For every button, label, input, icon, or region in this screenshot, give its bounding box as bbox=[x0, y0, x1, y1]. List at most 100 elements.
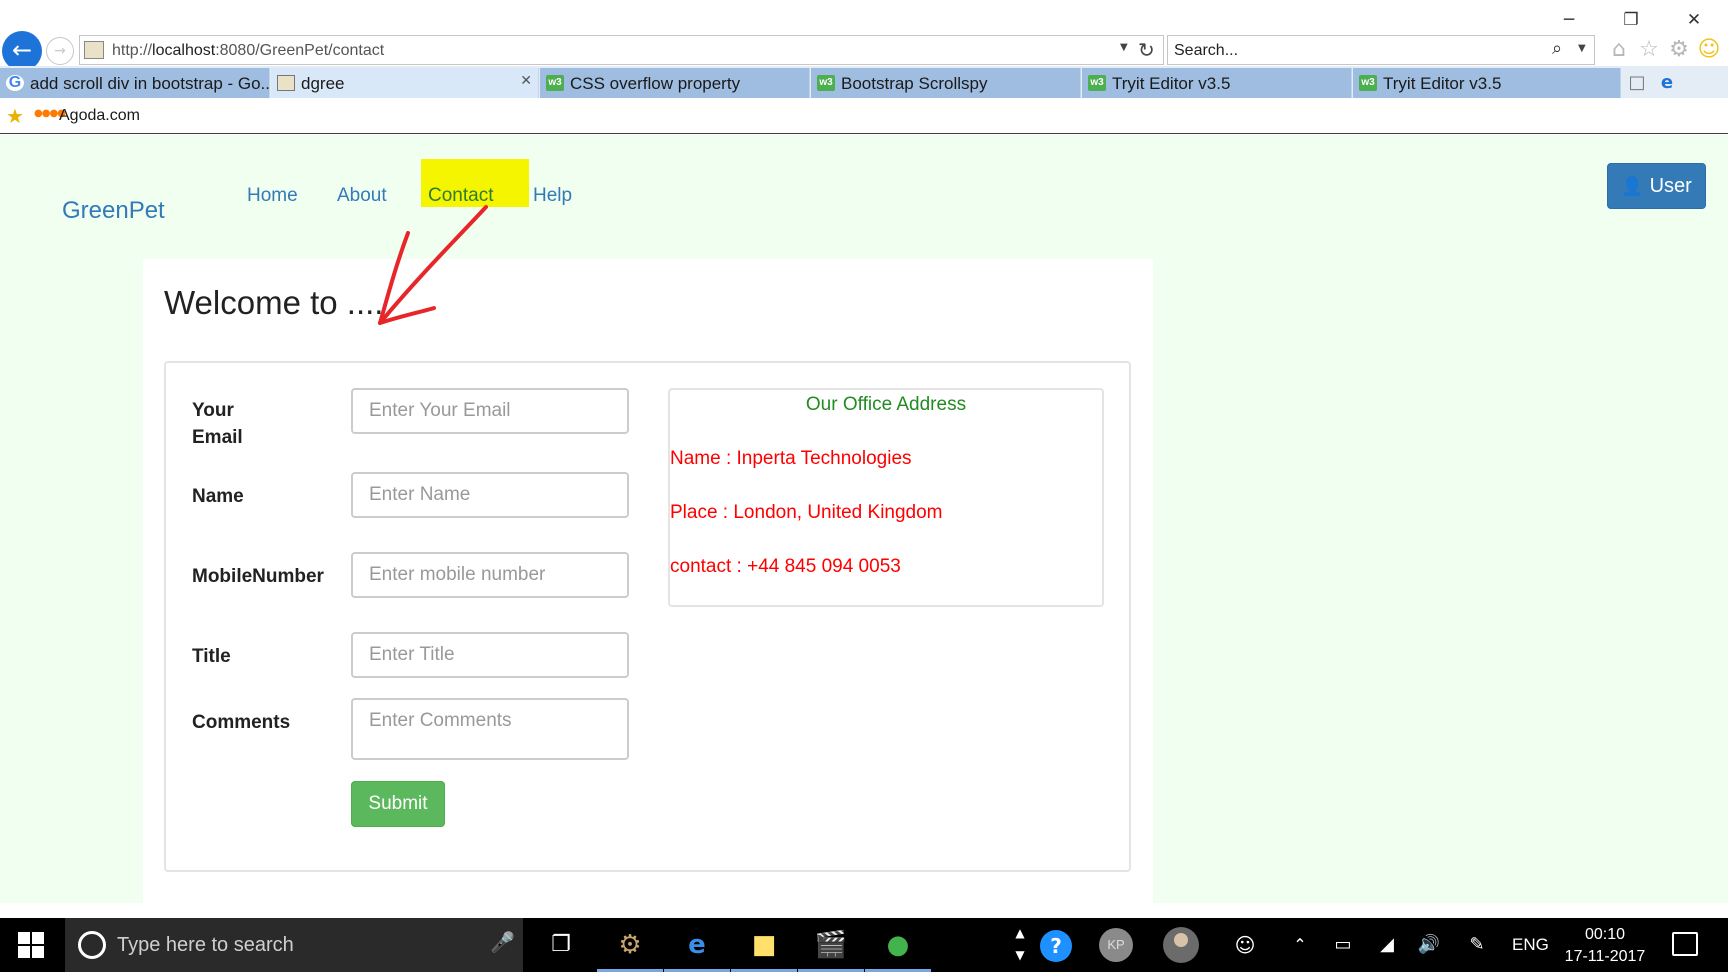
minimize-icon[interactable]: ─ bbox=[1549, 8, 1589, 32]
contact-form-panel: Your Email Name MobileNumber Title Commen… bbox=[164, 361, 1131, 872]
clock-time: 00:10 bbox=[1584, 926, 1626, 943]
browser-toolbar: ─ ❐ ✕ ← → http://localhost:8080/GreenPet… bbox=[0, 0, 1728, 71]
sticky-notes-icon[interactable]: ■ bbox=[731, 918, 797, 972]
new-tab-icon[interactable]: □ bbox=[1623, 68, 1651, 98]
address-bar[interactable]: http://localhost:8080/GreenPet/contact ▼… bbox=[79, 35, 1164, 65]
search-icon[interactable]: ⌕ bbox=[1552, 38, 1562, 59]
url-scheme: http:// bbox=[112, 42, 153, 59]
chevron-up-icon[interactable]: ⌃ bbox=[1285, 918, 1315, 972]
volume-icon[interactable]: 🔊 bbox=[1414, 918, 1444, 972]
forward-arrow-icon[interactable]: → bbox=[46, 37, 74, 65]
back-arrow-icon[interactable]: ← bbox=[2, 31, 42, 71]
red-annotation-arrow bbox=[378, 205, 488, 325]
user-button-label: User bbox=[1649, 175, 1692, 197]
favorites-star-icon[interactable]: ☆ bbox=[1635, 36, 1663, 64]
w3schools-icon: w3 bbox=[1359, 75, 1377, 91]
tab-css-overflow[interactable]: w3 CSS overflow property bbox=[540, 68, 810, 98]
system-clock[interactable]: 00:10 17-11-2017 bbox=[1560, 924, 1650, 968]
title-field[interactable] bbox=[351, 632, 629, 678]
tab-tryit-editor-1[interactable]: w3 Tryit Editor v3.5 bbox=[1082, 68, 1352, 98]
gear-icon[interactable]: ⚙ bbox=[1665, 36, 1693, 64]
restore-icon[interactable]: ❐ bbox=[1611, 8, 1651, 32]
welcome-heading: Welcome to .... bbox=[164, 284, 384, 321]
windows-taskbar: 🎤 ❐ ⚙ e ■ 🎬 ● ▲▼ ? KP ☺ ⌃ ▭ ◢ 🔊 ✎ ENG 00… bbox=[0, 918, 1728, 972]
comments-field[interactable] bbox=[351, 698, 629, 760]
edge-icon[interactable]: e bbox=[1653, 68, 1681, 98]
windows-start-icon[interactable] bbox=[18, 932, 44, 958]
tab-bar: G add scroll div in bootstrap - Go... dg… bbox=[0, 66, 1728, 98]
mobile-label: MobileNumber bbox=[192, 566, 324, 587]
search-dropdown-icon[interactable]: ▼ bbox=[1578, 43, 1586, 54]
w3schools-icon: w3 bbox=[1088, 75, 1106, 91]
nav-home[interactable]: Home bbox=[247, 185, 298, 207]
tab-bootstrap-scrollspy[interactable]: w3 Bootstrap Scrollspy bbox=[811, 68, 1081, 98]
microphone-icon[interactable]: 🎤 bbox=[490, 930, 515, 954]
battery-icon[interactable]: ▭ bbox=[1328, 918, 1358, 972]
address-dropdown-icon[interactable]: ▼ bbox=[1120, 42, 1128, 53]
email-label-line2: Email bbox=[192, 427, 243, 448]
wifi-icon[interactable]: ◢ bbox=[1372, 918, 1402, 972]
submit-button[interactable]: Submit bbox=[351, 781, 445, 827]
url-host: localhost bbox=[152, 42, 216, 59]
email-label-line1: Your bbox=[192, 400, 234, 421]
office-contact-line: contact : +44 845 094 0053 bbox=[670, 556, 901, 577]
people-avatar[interactable] bbox=[1163, 927, 1199, 963]
movie-maker-icon[interactable]: 🎬 bbox=[798, 918, 864, 972]
site-brand[interactable]: GreenPet bbox=[62, 197, 165, 225]
name-label: Name bbox=[192, 486, 244, 507]
taskbar-scroll-arrows-icon[interactable]: ▲ ▼ bbox=[1010, 922, 1030, 968]
favorites-star-icon[interactable]: ★ bbox=[6, 104, 24, 128]
pen-icon[interactable]: ✎ bbox=[1462, 918, 1492, 972]
close-icon[interactable]: ✕ bbox=[1674, 8, 1714, 32]
office-place-line: Place : London, United Kingdom bbox=[670, 502, 943, 523]
settings-app-icon[interactable]: ⚙ bbox=[597, 918, 663, 972]
avatar[interactable]: KP bbox=[1099, 928, 1133, 962]
screen: ─ ❐ ✕ ← → http://localhost:8080/GreenPet… bbox=[0, 0, 1728, 972]
nav-help[interactable]: Help bbox=[533, 185, 572, 207]
mobile-field[interactable] bbox=[351, 552, 629, 598]
language-indicator[interactable]: ENG bbox=[1512, 935, 1549, 955]
feedback-smiley-icon[interactable]: ☺ bbox=[1695, 36, 1723, 64]
tab-dgree[interactable]: dgree ✕ bbox=[271, 68, 539, 98]
content-card: Welcome to .... Your Email Name MobileNum… bbox=[143, 259, 1153, 903]
user-icon: 👤 bbox=[1621, 176, 1644, 197]
clock-date: 17-11-2017 bbox=[1564, 948, 1646, 965]
home-icon[interactable]: ⌂ bbox=[1605, 36, 1633, 64]
tab-label: add scroll div in bootstrap - Go... bbox=[30, 74, 270, 93]
email-field[interactable] bbox=[351, 388, 629, 434]
tab-label: Tryit Editor v3.5 bbox=[1383, 74, 1502, 93]
tab-google-search[interactable]: G add scroll div in bootstrap - Go... bbox=[0, 68, 270, 98]
email-label: Your Email bbox=[192, 397, 243, 451]
tab-label: dgree bbox=[301, 74, 345, 93]
user-button[interactable]: 👤 User bbox=[1607, 163, 1706, 209]
tab-label: Bootstrap Scrollspy bbox=[841, 74, 988, 93]
action-center-icon[interactable] bbox=[1672, 932, 1698, 956]
tab-label: CSS overflow property bbox=[570, 74, 741, 93]
url-text: http://localhost:8080/GreenPet/contact bbox=[112, 42, 384, 60]
page-icon bbox=[84, 41, 104, 59]
w3schools-icon: w3 bbox=[817, 75, 835, 91]
taskbar-search-input[interactable] bbox=[117, 933, 447, 957]
tab-tryit-editor-2[interactable]: w3 Tryit Editor v3.5 bbox=[1353, 68, 1621, 98]
taskbar-search-box[interactable]: 🎤 bbox=[65, 918, 523, 972]
page-icon bbox=[277, 75, 295, 91]
office-address-title: Our Office Address bbox=[805, 394, 967, 415]
browser-search-box[interactable]: ⌕ ▼ bbox=[1167, 35, 1595, 65]
people-icon[interactable]: ☺ bbox=[1230, 918, 1260, 972]
close-tab-icon[interactable]: ✕ bbox=[520, 73, 532, 89]
refresh-icon[interactable]: ↻ bbox=[1138, 38, 1155, 62]
web-page: GreenPet Home About Contact Help 👤 User W… bbox=[0, 135, 1728, 903]
task-view-icon[interactable]: ❐ bbox=[528, 918, 594, 972]
tab-label: Tryit Editor v3.5 bbox=[1112, 74, 1231, 93]
comments-label: Comments bbox=[192, 712, 291, 733]
favorites-bar: ★ ●●●● Agoda.com bbox=[0, 98, 1728, 134]
internet-explorer-icon[interactable]: e bbox=[664, 918, 730, 972]
office-address-box: Our Office Address Name : Inperta Techno… bbox=[668, 388, 1104, 607]
google-icon: G bbox=[6, 75, 24, 91]
favorite-link-agoda[interactable]: Agoda.com bbox=[59, 107, 140, 125]
office-name-line: Name : Inperta Technologies bbox=[670, 448, 912, 469]
colorful-app-icon[interactable]: ● bbox=[865, 918, 931, 972]
name-field[interactable] bbox=[351, 472, 629, 518]
browser-search-input[interactable] bbox=[1174, 40, 1534, 62]
help-icon[interactable]: ? bbox=[1040, 930, 1072, 962]
